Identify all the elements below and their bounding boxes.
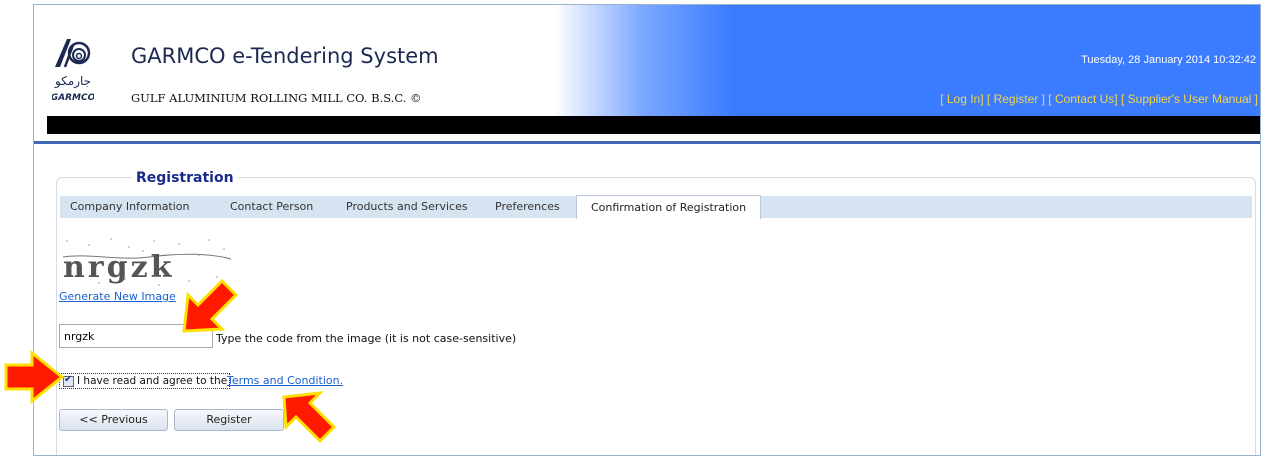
register-button[interactable]: Register	[174, 409, 284, 431]
page-frame: جارمكو GARMCO GARMCO e-Tendering System …	[33, 4, 1261, 456]
tab-confirmation-of-registration[interactable]: Confirmation of Registration	[576, 195, 762, 219]
app-title: GARMCO e-Tendering System	[131, 44, 439, 68]
tab-products-and-services[interactable]: Products and Services	[346, 196, 468, 218]
login-link[interactable]: [ Log In]	[940, 92, 983, 106]
captcha-hint: Type the code from the image (it is not …	[216, 332, 517, 345]
company-name: GULF ALUMINIUM ROLLING MILL CO. B.S.C. ©	[131, 91, 422, 105]
tab-contact-person[interactable]: Contact Person	[230, 196, 313, 218]
tab-preferences[interactable]: Preferences	[495, 196, 560, 218]
arrow-to-checkbox-icon	[4, 349, 65, 405]
datetime-display: Tuesday, 28 January 2014 10:32:42	[1081, 54, 1256, 66]
user-manual-link[interactable]: [ Supplier's User Manual ]	[1121, 92, 1258, 106]
garmco-logo-icon: جارمكو GARMCO	[52, 39, 94, 103]
agree-checkbox-row[interactable]: I have read and agree to the	[59, 373, 231, 389]
terms-and-condition-link[interactable]: Terms and Condition.	[227, 374, 343, 387]
register-link[interactable]: [ Register ]	[987, 92, 1045, 106]
header: جارمكو GARMCO GARMCO e-Tendering System …	[34, 5, 1260, 116]
svg-text:nrgzk: nrgzk	[63, 250, 174, 285]
header-black-bar	[47, 116, 1260, 134]
svg-text:جارمكو: جارمكو	[54, 74, 91, 89]
svg-text:GARMCO: GARMCO	[52, 93, 94, 103]
previous-button[interactable]: << Previous	[59, 409, 168, 431]
arrow-to-register-button-icon	[282, 391, 337, 444]
registration-tabs: Company Information Contact Person Produ…	[60, 195, 1252, 219]
arrow-to-generate-link-icon	[182, 278, 239, 333]
tab-company-information[interactable]: Company Information	[70, 196, 190, 218]
generate-new-image-link[interactable]: Generate New Image	[59, 290, 176, 303]
agree-label: I have read and agree to the	[77, 375, 228, 387]
registration-title: Registration	[132, 170, 238, 186]
top-nav-links: [ Log In] [ Register ] [ Contact Us] [ S…	[940, 92, 1258, 106]
contact-us-link[interactable]: [ Contact Us]	[1048, 92, 1117, 106]
header-divider	[34, 141, 1260, 144]
